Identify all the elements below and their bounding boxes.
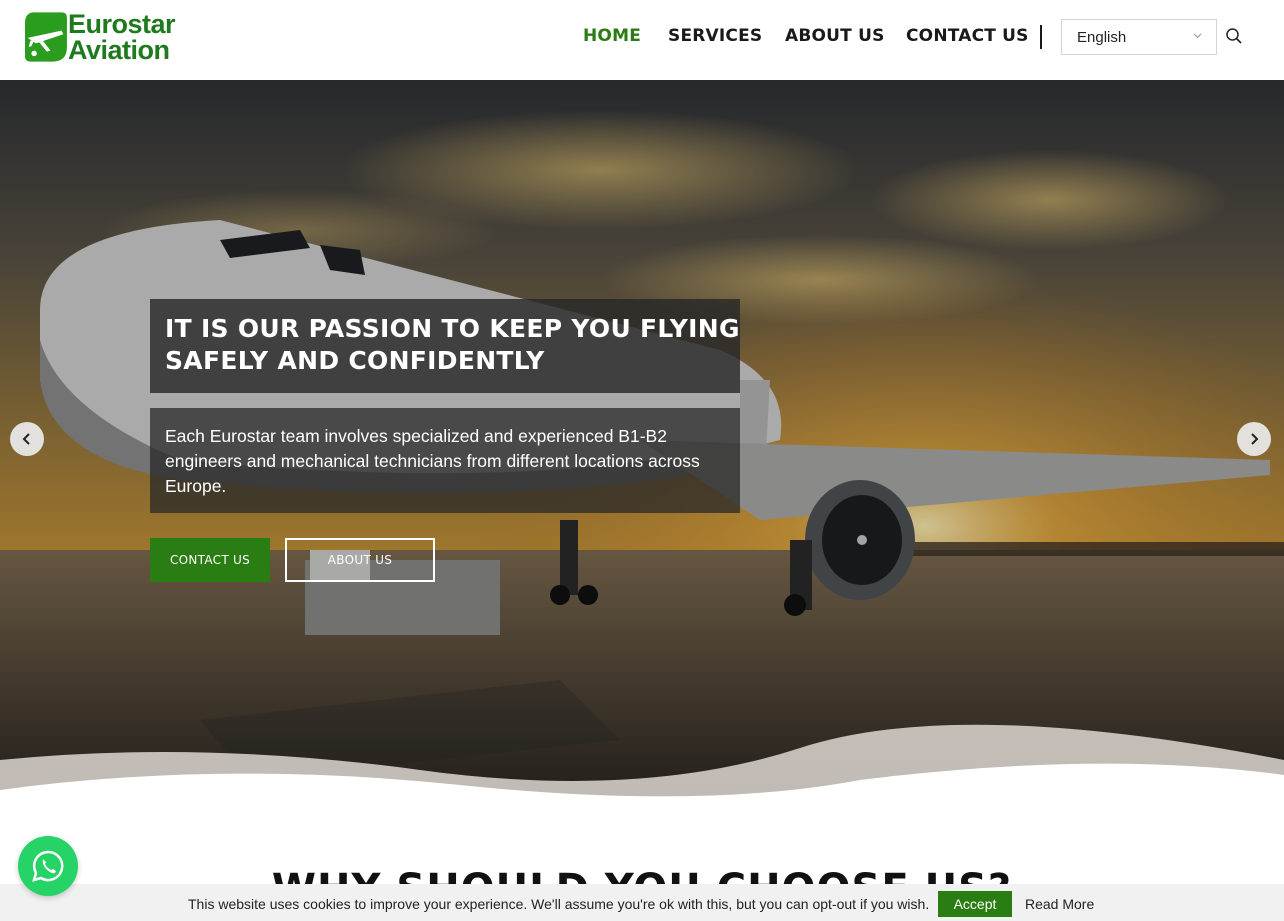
- language-value: English: [1077, 29, 1127, 46]
- logo-line-2: Aviation: [67, 35, 170, 65]
- nav-about-us[interactable]: ABOUT US: [785, 26, 885, 46]
- logo-plane-icon: [25, 12, 67, 62]
- logo[interactable]: Eurostar Aviation: [25, 7, 176, 67]
- nav-home[interactable]: HOME: [583, 26, 641, 46]
- chevron-left-icon: [22, 433, 30, 445]
- hero-description: Each Eurostar team involves specialized …: [165, 426, 700, 496]
- site-header: Eurostar Aviation HOME SERVICES ABOUT US…: [0, 0, 1284, 80]
- hero-description-box: Each Eurostar team involves specialized …: [150, 408, 740, 513]
- nav-divider: [1040, 25, 1042, 49]
- logo-text: Eurostar Aviation: [67, 9, 176, 65]
- cookie-accept-button[interactable]: Accept: [938, 891, 1012, 917]
- hero-about-button[interactable]: ABOUT US: [285, 538, 435, 582]
- hero-slider: IT IS OUR PASSION TO KEEP YOU FLYING SAF…: [0, 80, 1284, 800]
- hero-contact-button[interactable]: CONTACT US: [150, 538, 270, 582]
- cookie-read-more-link[interactable]: Read More: [1025, 896, 1094, 912]
- whatsapp-icon: [32, 850, 64, 882]
- search-icon[interactable]: [1225, 27, 1243, 45]
- language-select[interactable]: English: [1061, 19, 1217, 55]
- chevron-down-icon: [1193, 33, 1202, 39]
- cookie-message: This website uses cookies to improve you…: [188, 896, 930, 912]
- slider-next-button[interactable]: [1237, 422, 1271, 456]
- logo-line-1: Eurostar: [67, 9, 176, 39]
- nav-services[interactable]: SERVICES: [668, 26, 762, 46]
- cookie-bar: This website uses cookies to improve you…: [0, 884, 1284, 921]
- hero-wave-divider: [0, 724, 1284, 800]
- whatsapp-button[interactable]: [18, 836, 78, 896]
- chevron-right-icon: [1251, 433, 1259, 445]
- slider-prev-button[interactable]: [10, 422, 44, 456]
- hero-headline: IT IS OUR PASSION TO KEEP YOU FLYING SAF…: [165, 314, 740, 375]
- nav-contact-us[interactable]: CONTACT US: [906, 26, 1029, 46]
- hero-headline-box: IT IS OUR PASSION TO KEEP YOU FLYING SAF…: [150, 299, 740, 393]
